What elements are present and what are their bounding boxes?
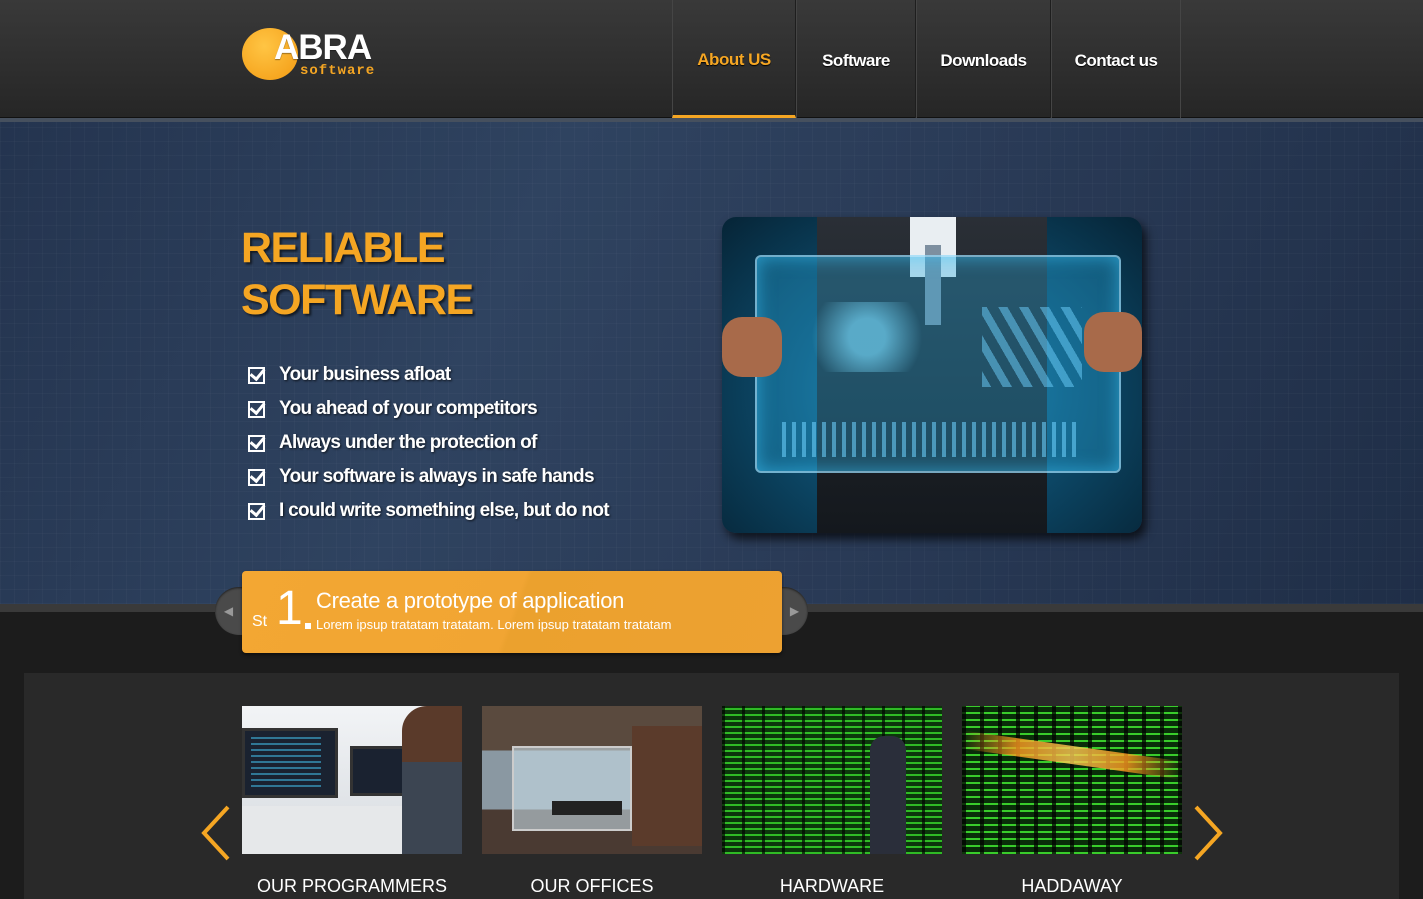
right-hand xyxy=(1084,312,1142,372)
logo-name: ABRA xyxy=(274,28,372,67)
feature-item: Your business afloat xyxy=(248,358,609,392)
step-dot xyxy=(305,623,311,629)
feature-item: Always under the protection of xyxy=(248,426,609,460)
feature-text: Your business afloat xyxy=(279,364,451,385)
checkbox-icon xyxy=(248,502,265,520)
main-nav: About US Software Downloads Contact us xyxy=(672,0,1181,118)
nav-contact-us[interactable]: Contact us xyxy=(1051,0,1181,118)
feature-text: You ahead of your competitors xyxy=(279,398,538,419)
checkbox-icon xyxy=(248,468,265,486)
world-map-graphic xyxy=(782,302,952,372)
chevron-left-icon xyxy=(201,805,230,861)
triangle-left-icon: ◀ xyxy=(223,604,234,618)
checkbox-icon xyxy=(248,366,265,384)
nav-software[interactable]: Software xyxy=(796,0,916,118)
gallery-item-label: HARDWARE xyxy=(779,876,885,896)
gallery-item-label: HADDAWAY xyxy=(1021,876,1123,896)
feature-item: Your software is always in safe hands xyxy=(248,460,609,494)
chevron-right-icon xyxy=(1194,805,1223,861)
gallery-item[interactable]: HADDAWAY xyxy=(962,706,1182,897)
hero-title-line1: RELIABLE xyxy=(241,224,446,272)
step-number: 1 xyxy=(276,582,303,635)
haddaway-photo xyxy=(962,706,1182,854)
gallery-prev-button[interactable] xyxy=(198,803,234,863)
server-racks xyxy=(722,706,942,854)
hero-banner: RELIABLE SOFTWARE Your business afloat Y… xyxy=(0,118,1423,604)
monitor xyxy=(350,746,410,796)
hero-title-line2: SOFTWARE xyxy=(241,276,474,324)
checkbox-icon xyxy=(248,434,265,452)
hero-title: RELIABLE SOFTWARE xyxy=(241,222,561,326)
technician xyxy=(870,736,906,854)
site-header: ABRA software About US Software Download… xyxy=(0,0,1423,118)
meeting-table xyxy=(552,801,622,815)
hero-image xyxy=(722,217,1142,533)
logo[interactable]: ABRA software xyxy=(242,28,392,84)
gallery-item-label: OUR OFFICES xyxy=(530,876,654,896)
wood-wall xyxy=(632,726,702,846)
programmer xyxy=(402,706,462,854)
feature-text: Your software is always in safe hands xyxy=(279,466,595,487)
nav-downloads[interactable]: Downloads xyxy=(916,0,1051,118)
step-title: Create a prototype of application xyxy=(316,588,625,613)
step-description: Lorem ipsup tratatam tratatam. Lorem ips… xyxy=(316,617,672,632)
hardware-photo xyxy=(722,706,942,854)
gallery-item-label: OUR PROGRAMMERS xyxy=(256,876,447,896)
logo-tagline: software xyxy=(300,63,376,79)
nav-about-us[interactable]: About US xyxy=(672,0,796,118)
feature-item: You ahead of your competitors xyxy=(248,392,609,426)
gallery-next-button[interactable] xyxy=(1190,803,1226,863)
triangle-right-icon: ▶ xyxy=(789,604,800,618)
server-racks xyxy=(962,706,1182,854)
slider-next-button[interactable]: ▶ xyxy=(781,587,808,635)
checkbox-icon xyxy=(248,400,265,418)
feature-text: Always under the protection of xyxy=(279,432,537,453)
gallery-item[interactable]: OUR PROGRAMMERS xyxy=(242,706,462,897)
glass-room xyxy=(512,746,632,831)
left-hand xyxy=(722,317,782,377)
slider-prev-button[interactable]: ◀ xyxy=(215,587,242,635)
feature-text: I could write something else, but do not xyxy=(279,500,610,521)
gallery-item[interactable]: OUR OFFICES xyxy=(482,706,702,897)
bar-graphic xyxy=(782,422,1082,457)
step-prefix: St xyxy=(252,613,268,630)
step-card[interactable]: St 1 Create a prototype of application L… xyxy=(242,571,782,653)
feature-item: I could write something else, but do not xyxy=(248,494,610,528)
gallery-item[interactable]: HARDWARE xyxy=(722,706,942,897)
hexagon-graphic xyxy=(982,307,1082,387)
programmers-photo xyxy=(242,706,462,854)
offices-photo xyxy=(482,706,702,854)
monitor xyxy=(242,728,338,798)
gallery: OUR PROGRAMMERS OUR OFFICES HARDWARE HAD… xyxy=(24,673,1399,899)
feature-list: Your business afloat You ahead of your c… xyxy=(248,358,610,528)
